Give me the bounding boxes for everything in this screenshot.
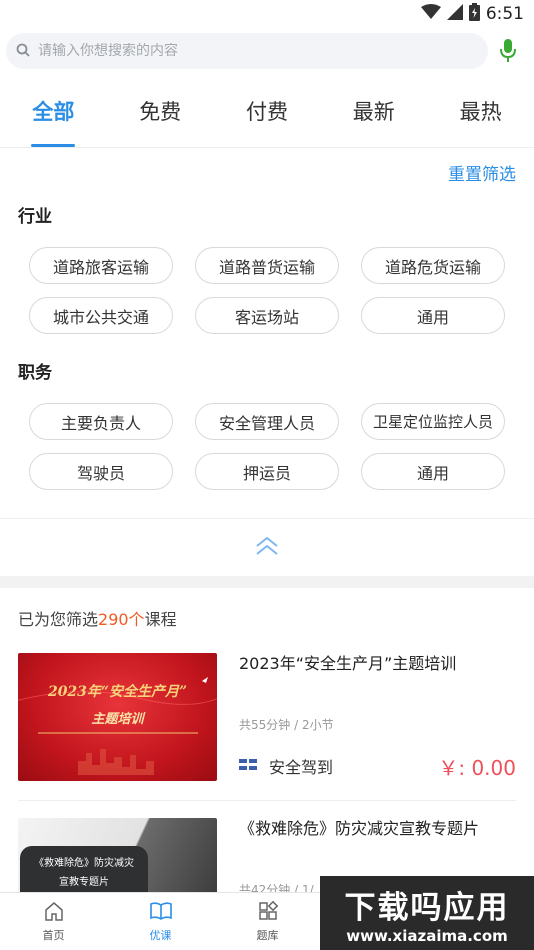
battery-icon <box>468 2 480 26</box>
thumb-caption: 《救难除危》防灾减灾 宣教专题片 <box>20 846 148 896</box>
position-options: 主要负责人 安全管理人员 卫星定位监控人员 驾驶员 押运员 通用 <box>29 403 505 490</box>
course-price: ￥: 0.00 <box>438 756 516 780</box>
position-title: 职务 <box>18 363 52 383</box>
thumb-line2: 宣教专题片 <box>59 877 109 888</box>
nav-question-bank-label: 题库 <box>256 929 279 942</box>
industry-title: 行业 <box>18 207 52 227</box>
thumb-line1: 《救难除危》防灾减灾 <box>34 858 134 869</box>
tab-free[interactable]: 免费 <box>107 84 214 147</box>
publisher-logo-icon <box>239 757 257 776</box>
position-chip[interactable]: 卫星定位监控人员 <box>361 403 505 440</box>
industry-chip[interactable]: 道路旅客运输 <box>29 247 173 284</box>
watermark-title: 下载吗应用 <box>344 889 510 926</box>
grid-icon <box>257 900 279 925</box>
course-meta: 共55分钟 / 2小节 <box>239 718 334 732</box>
signal-icon <box>446 3 463 25</box>
course-title[interactable]: 《救难除危》防灾减灾宣教专题片 <box>239 818 519 840</box>
watermark-url: www.xiazaima.com <box>346 926 508 945</box>
reset-filter-button[interactable]: 重置筛选 <box>448 160 516 185</box>
tab-hottest[interactable]: 最热 <box>427 84 534 147</box>
chevron-up-icon <box>255 536 279 560</box>
thumb-line1: 2023年“安全生产月” <box>47 684 188 700</box>
tab-all[interactable]: 全部 <box>0 84 107 147</box>
position-chip[interactable]: 驾驶员 <box>29 453 173 490</box>
microphone-icon[interactable] <box>488 33 528 69</box>
collapse-filter-button[interactable] <box>0 518 534 576</box>
position-chip[interactable]: 安全管理人员 <box>195 403 339 440</box>
course-card[interactable]: 2023年“安全生产月” 主题培训 2023年“安全生产月”主题培训 共55分钟… <box>18 653 518 783</box>
nav-question-bank[interactable]: 题库 <box>214 893 321 950</box>
section-divider <box>0 576 534 588</box>
nav-courses-label: 优课 <box>149 929 172 942</box>
book-icon <box>149 900 173 925</box>
wifi-icon <box>420 3 441 25</box>
position-chip[interactable]: 主要负责人 <box>29 403 173 440</box>
tab-paid[interactable]: 付费 <box>214 84 321 147</box>
nav-home[interactable]: 首页 <box>0 893 107 950</box>
search-input[interactable] <box>38 43 488 59</box>
status-bar: 6:51 <box>0 0 534 28</box>
position-chip[interactable]: 通用 <box>361 453 505 490</box>
industry-chip[interactable]: 客运场站 <box>195 297 339 334</box>
result-prefix: 已为您筛选 <box>18 610 99 629</box>
course-author: 安全驾到 <box>239 754 333 778</box>
course-thumbnail[interactable]: 《救难除危》防灾减灾 宣教专题片 <box>18 818 217 898</box>
nav-home-label: 首页 <box>42 929 65 942</box>
industry-chip[interactable]: 道路普货运输 <box>195 247 339 284</box>
course-title[interactable]: 2023年“安全生产月”主题培训 <box>239 653 519 675</box>
position-chip[interactable]: 押运员 <box>195 453 339 490</box>
author-name: 安全驾到 <box>269 758 334 777</box>
thumb-line2: 主题培训 <box>91 712 144 727</box>
result-number: 290个 <box>98 610 145 629</box>
industry-options: 道路旅客运输 道路普货运输 道路危货运输 城市公共交通 客运场站 通用 <box>29 247 505 334</box>
industry-chip[interactable]: 道路危货运输 <box>361 247 505 284</box>
search-box[interactable] <box>6 33 488 69</box>
course-divider <box>18 800 516 801</box>
tab-newest[interactable]: 最新 <box>320 84 427 147</box>
nav-courses[interactable]: 优课 <box>107 893 214 950</box>
search-bar <box>0 32 534 70</box>
result-suffix: 课程 <box>144 610 177 629</box>
industry-chip[interactable]: 通用 <box>361 297 505 334</box>
search-icon <box>16 42 30 61</box>
status-time: 6:51 <box>485 4 524 24</box>
industry-chip[interactable]: 城市公共交通 <box>29 297 173 334</box>
watermark-logo: 下载吗应用 www.xiazaima.com <box>320 876 534 950</box>
home-icon <box>43 900 65 925</box>
result-count: 已为您筛选290个课程 <box>18 606 177 630</box>
category-tabs: 全部 免费 付费 最新 最热 <box>0 84 534 148</box>
course-thumbnail[interactable]: 2023年“安全生产月” 主题培训 <box>18 653 217 781</box>
